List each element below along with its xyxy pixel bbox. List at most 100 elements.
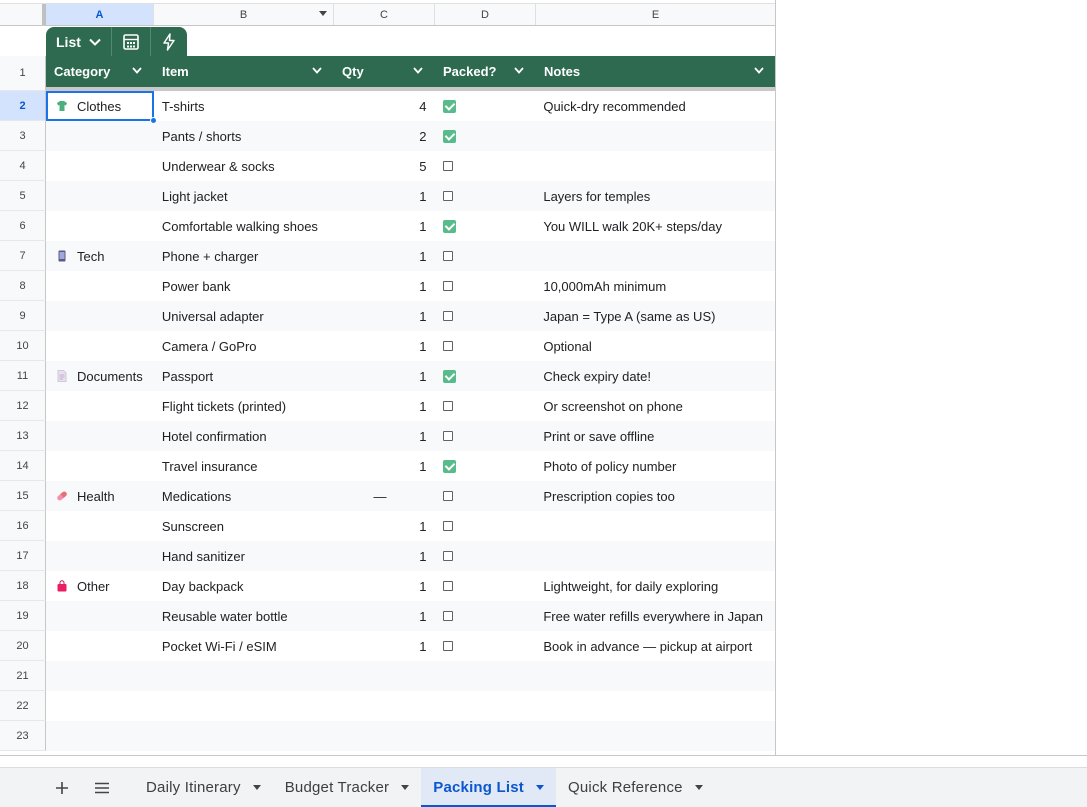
- sheet-tab[interactable]: Budget Tracker: [273, 768, 422, 807]
- add-sheet-button[interactable]: [42, 768, 82, 807]
- packed-cell[interactable]: [434, 151, 535, 181]
- qty-cell[interactable]: 1: [334, 391, 435, 421]
- table-automation-button[interactable]: [151, 27, 187, 56]
- item-cell[interactable]: Hotel confirmation: [154, 421, 334, 451]
- packed-cell[interactable]: [434, 181, 535, 211]
- sheet-menu-caret-icon[interactable]: [252, 785, 261, 790]
- row-number[interactable]: 17: [0, 541, 46, 571]
- notes-cell[interactable]: [535, 121, 775, 151]
- header-qty[interactable]: Qty: [334, 56, 435, 87]
- packed-cell[interactable]: [434, 121, 535, 151]
- notes-cell[interactable]: 10,000mAh minimum: [535, 271, 775, 301]
- spreadsheet-grid[interactable]: A B C D E List Category Item Qty Packed?…: [0, 0, 1087, 767]
- qty-cell[interactable]: 1: [334, 601, 435, 631]
- row-number[interactable]: 18: [0, 571, 46, 601]
- header-notes[interactable]: Notes: [536, 56, 776, 87]
- sheet-menu-caret-icon[interactable]: [401, 785, 410, 790]
- packed-cell[interactable]: [434, 571, 535, 601]
- packed-cell[interactable]: [434, 271, 535, 301]
- packed-cell[interactable]: [434, 541, 535, 571]
- notes-cell[interactable]: You WILL walk 20K+ steps/day: [535, 211, 775, 241]
- qty-cell[interactable]: 1: [334, 241, 435, 271]
- packed-cell[interactable]: [434, 301, 535, 331]
- notes-cell[interactable]: Quick-dry recommended: [535, 91, 775, 121]
- checkbox-unchecked[interactable]: [443, 581, 454, 591]
- packed-cell[interactable]: [434, 511, 535, 541]
- qty-cell[interactable]: 1: [334, 301, 435, 331]
- qty-cell[interactable]: 1: [334, 271, 435, 301]
- category-cell[interactable]: Documents: [46, 361, 154, 391]
- row-number[interactable]: 3: [0, 121, 46, 151]
- item-cell[interactable]: Phone + charger: [154, 241, 334, 271]
- notes-cell[interactable]: [535, 151, 775, 181]
- empty-table-row[interactable]: [46, 721, 776, 751]
- category-cell[interactable]: [46, 331, 154, 361]
- checkbox-unchecked[interactable]: [443, 521, 454, 531]
- qty-cell[interactable]: 1: [334, 211, 435, 241]
- notes-cell[interactable]: Free water refills everywhere in Japan: [535, 601, 775, 631]
- column-header-d[interactable]: D: [435, 4, 536, 25]
- qty-cell[interactable]: 1: [334, 181, 435, 211]
- qty-cell[interactable]: 4: [334, 91, 435, 121]
- notes-cell[interactable]: Photo of policy number: [535, 451, 775, 481]
- empty-table-row[interactable]: [46, 661, 776, 691]
- row-number[interactable]: 12: [0, 391, 46, 421]
- qty-cell[interactable]: 2: [334, 121, 435, 151]
- row-number[interactable]: 8: [0, 271, 46, 301]
- checkbox-unchecked[interactable]: [443, 281, 454, 291]
- column-filter-dropdown-icon[interactable]: [319, 11, 327, 16]
- category-cell[interactable]: [46, 211, 154, 241]
- notes-cell[interactable]: Layers for temples: [535, 181, 775, 211]
- notes-cell[interactable]: Lightweight, for daily exploring: [535, 571, 775, 601]
- item-cell[interactable]: Reusable water bottle: [154, 601, 334, 631]
- notes-cell[interactable]: Japan = Type A (same as US): [535, 301, 775, 331]
- select-all-corner[interactable]: [0, 4, 46, 25]
- all-sheets-button[interactable]: [82, 768, 122, 807]
- qty-cell[interactable]: 1: [334, 421, 435, 451]
- item-cell[interactable]: Pocket Wi-Fi / eSIM: [154, 631, 334, 661]
- notes-cell[interactable]: Book in advance — pickup at airport: [535, 631, 775, 661]
- qty-cell[interactable]: —: [334, 481, 435, 511]
- row-number[interactable]: 1: [0, 56, 46, 91]
- qty-cell[interactable]: 1: [334, 331, 435, 361]
- packed-cell[interactable]: [434, 631, 535, 661]
- category-cell[interactable]: [46, 151, 154, 181]
- checkbox-unchecked[interactable]: [443, 341, 454, 351]
- checkbox-checked[interactable]: [443, 369, 457, 383]
- category-cell[interactable]: [46, 421, 154, 451]
- checkbox-unchecked[interactable]: [443, 641, 454, 651]
- checkbox-unchecked[interactable]: [443, 311, 454, 321]
- qty-cell[interactable]: 5: [334, 151, 435, 181]
- item-cell[interactable]: Power bank: [154, 271, 334, 301]
- chevron-down-icon[interactable]: [754, 67, 764, 74]
- packed-cell[interactable]: [434, 361, 535, 391]
- checkbox-unchecked[interactable]: [443, 161, 454, 171]
- checkbox-checked[interactable]: [443, 129, 457, 143]
- row-number[interactable]: 16: [0, 511, 46, 541]
- qty-cell[interactable]: 1: [334, 361, 435, 391]
- fill-handle[interactable]: [150, 117, 157, 124]
- row-number[interactable]: 9: [0, 301, 46, 331]
- row-number[interactable]: 15: [0, 481, 46, 511]
- row-number[interactable]: 7: [0, 241, 46, 271]
- notes-cell[interactable]: Check expiry date!: [535, 361, 775, 391]
- item-cell[interactable]: Flight tickets (printed): [154, 391, 334, 421]
- header-category[interactable]: Category: [46, 56, 154, 87]
- sheet-menu-caret-icon[interactable]: [694, 785, 703, 790]
- packed-cell[interactable]: [434, 211, 535, 241]
- category-cell[interactable]: [46, 511, 154, 541]
- item-cell[interactable]: Medications: [154, 481, 334, 511]
- chevron-down-icon[interactable]: [312, 67, 322, 74]
- checkbox-unchecked[interactable]: [443, 431, 454, 441]
- notes-cell[interactable]: Optional: [535, 331, 775, 361]
- chevron-down-icon[interactable]: [514, 67, 524, 74]
- column-header-a[interactable]: A: [46, 4, 154, 25]
- category-cell[interactable]: Other: [46, 571, 154, 601]
- checkbox-checked[interactable]: [443, 459, 457, 473]
- packed-cell[interactable]: [434, 421, 535, 451]
- checkbox-unchecked[interactable]: [443, 251, 454, 261]
- item-cell[interactable]: Sunscreen: [154, 511, 334, 541]
- table-stats-button[interactable]: [112, 27, 151, 56]
- item-cell[interactable]: Universal adapter: [154, 301, 334, 331]
- checkbox-unchecked[interactable]: [443, 611, 454, 621]
